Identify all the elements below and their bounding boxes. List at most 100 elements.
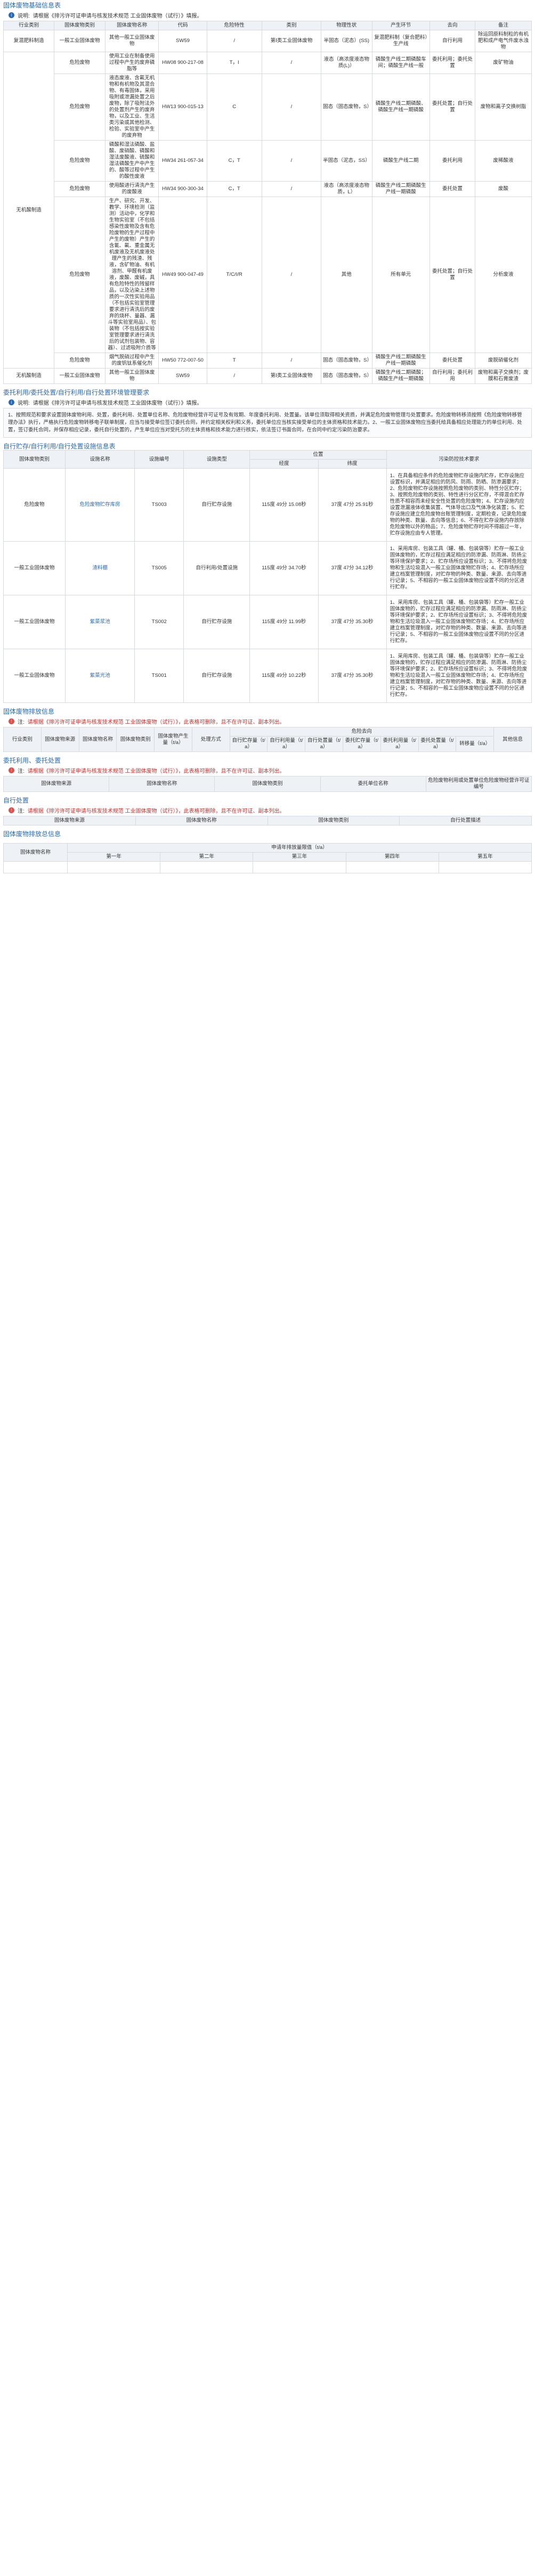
warning-icon: ! [9,718,14,724]
note-bar: ! 注: 请根据《排污许可证申请与核发技术规范 工业固体废物（试行）》，此表格可… [3,715,532,727]
col-header: 固体废物名称 [135,816,268,825]
cell-kind: 自行利用/处置设施 [183,541,250,595]
cell-code: HW34 900-300-34 [158,181,207,197]
cell-cat: / [261,52,322,74]
cell-name: 生产、研究、开发、教学、环境检测（监测）活动中，化学和生物实验室（不包括感染性废… [104,197,159,353]
col-header-year: 第三年 [253,852,346,862]
col-header: 污染防控技术要求 [386,450,532,469]
col-header: 固体废物类别 [54,21,106,30]
section-title-basic-info: 固体废物基础信息表 [3,2,61,9]
col-header: 固体废物名称 [3,843,68,862]
facility-link[interactable]: 渣料棚 [92,565,108,571]
table-row: 一般工业固体废物 渣料棚 TS005 自行利用/处置设施 115度 49分 34.70秒… [3,541,532,595]
cell-facility-name: 紫菜浆池 [65,595,135,649]
cell-kind: 自行贮存设施 [183,468,250,542]
section-title-total-discharge: 固体废物排放总信息 [3,830,61,838]
cell-stage: 磷酸生产线二期磷酸；磷酸生产线一期磷酸 [371,368,431,384]
cell-remark: 除运回原料制粒的有机肥和成产电气件废水浊物 [474,30,532,52]
facility-link[interactable]: 危险废物贮存库房 [80,502,120,508]
col-header: 设施编号 [134,450,184,469]
col-header: 危险废物利用或处置单位危险废物经营许可证编号 [425,776,532,792]
info-icon: i [9,399,14,405]
cell-hazard: / [206,30,262,52]
col-header: 代码 [158,21,207,30]
col-header: 处理方式 [191,727,230,752]
cell-hazard: T/C/I/R [206,197,262,353]
cell-name: 液态废液、含氟无机物和有机物及其混合物、有毒固体，采用吸附或泄漏处置之后废物，除… [104,73,159,141]
note-text: 请根据《排污许可证申请与核发技术规范 工业固体废物（试行）》填报。 [33,400,202,406]
info-icon: i [9,12,14,18]
col-header-year: 第五年 [438,852,532,862]
table-row: 危险废物 液态废液、含氟无机物和有机物及其混合物、有毒固体，采用吸附或泄漏处置之后… [4,73,532,141]
col-header: 纬度 [318,459,387,469]
cell-kind: 自行贮存设施 [183,595,250,649]
table-row: 一般工业固体废物 紫菜浆池 TS002 自行贮存设施 115度 49分 11.99秒 37… [3,595,532,649]
cell-no: TS002 [134,595,184,649]
cell-stage: 磷酸生产线二期 [371,140,431,182]
cell-dest: 委托处置；自行处置 [429,197,475,353]
table-row [3,861,532,873]
col-header: 物理性状 [321,21,372,30]
cell-facility-name: 危险废物贮存库房 [65,468,135,542]
total-discharge-table: 固体废物名称 申请年排放量限值（t/a） 第一年 第二年 第三年 第四年 第五年 [3,843,532,873]
cell-lat: 37度 47分 35.30秒 [318,649,387,703]
cell-no: TS005 [134,541,184,595]
col-header-year: 第四年 [345,852,439,862]
cell-hazard: C [206,73,262,141]
cell-lng: 115度 49分 15.08秒 [249,468,319,542]
cell-stage: 所有单元 [371,197,431,353]
cell-type: 一般工业固体废物 [54,30,106,52]
cell-remark: 废稀酸液 [474,140,532,182]
cell-req: 1、采用库房、包装工具（罐、桶、包装袋等）贮存一般工业固体废物的，贮存过程应满足… [386,649,532,703]
note-label: 注: [18,768,25,774]
cell-req: 1、采用库房、包装工具（罐、桶、包装袋等）贮存一般工业固体废物的，贮存过程应满足… [386,595,532,649]
warning-icon: ! [9,767,14,773]
cell-phys: 固态（固态废物，S） [321,368,372,384]
col-header-year: 第二年 [160,852,254,862]
note-label: 说明: [18,13,30,19]
table-row: 复混肥料制造 一般工业固体废物 其他一般工业固体废物 SW59/第Ⅰ类工业固体废物 半固… [3,30,532,52]
section-title-entrusted: 委托利用、委托处置 [3,757,61,764]
cell-cat: / [261,353,322,369]
col-header: 自行处置描述 [399,816,532,825]
cell-type: 一般工业固体废物 [3,595,66,649]
section-title-self-disposal: 自行处置 [3,797,29,804]
cell-remark: 废脱硝催化剂 [474,353,532,369]
col-header: 固体废物名称 [104,21,159,30]
cell-phys: 固态（固态废物，S） [321,353,372,369]
cell-code: HW34 261-057-34 [158,140,207,182]
cell-remark: 废物和离子交换树脂 [474,73,532,141]
cell-code: SW59 [158,30,207,52]
cell-remark: 废物和离子交换剂；废膜和石膏废渣 [474,368,532,384]
cell-stage: 磷酸生产线二期磷酸生产线一期磷酸 [371,181,431,197]
cell-dest: 自行利用 [429,30,475,52]
cell-phys: 半固态（泥态，SS） [321,140,372,182]
col-header: 固体废物类别 [116,727,155,752]
note-text: 请根据《排污许可证申请与核发技术规范 工业固体废物（试行）》，此表格可删除，且不… [27,808,285,814]
col-header: 委托处置量（t/a） [418,736,457,752]
note-text: 请根据《排污许可证申请与核发技术规范 工业固体废物（试行）》，此表格可删除，且不… [27,719,285,725]
facility-link[interactable]: 紫菜浆池 [90,619,110,625]
cell-phys: 液态（高浓度液态物质，L） [321,181,372,197]
table-row: 一般工业固体废物 紫菜光池 TS001 自行贮存设施 115度 49分 10.22秒 37… [3,649,532,703]
cell-phys: 固态（固态废物，S） [321,73,372,141]
cell-name: 使用工业在制备使用过程中产生的废弃磷脂等 [104,52,159,74]
table-row: 危险废物 生产、研究、开发、教学、环境检测（监测）活动中，化学和生物实验室（不包括… [4,197,532,353]
note-label: 注: [18,719,25,725]
cell-cat: 第Ⅰ类工业固体废物 [261,30,322,52]
cell-type: 危险废物 [54,197,106,353]
cell-remark: 分析废液 [474,197,532,353]
col-header: 产生环节 [371,21,431,30]
cell-cat: / [261,73,322,141]
facility-link[interactable]: 紫菜光池 [90,673,110,678]
cell-type: 一般工业固体废物 [3,649,66,703]
cell-name: 其他一般工业固体废物 [104,368,159,384]
cell-stage: 磷酸生产线二期磷酸、磷酸生产线一期磷酸 [371,73,431,141]
note-bar: i 说明: 请根据《排污许可证申请与核发技术规范 工业固体废物（试行）》填报。 [3,9,532,21]
cell-dest: 委托处置 [429,181,475,197]
section-title-management-req: 委托利用/委托处置/自行利用/自行处置环境管理要求 [3,389,150,396]
cell-name: 其他一般工业固体废物 [104,30,159,52]
table-row: 危险废物 危险废物贮存库房 TS003 自行贮存设施 115度 49分 15.08秒 37… [3,468,532,542]
facility-table: 固体废物类别 设施名称 设施编号 设施类型 位置 污染防控技术要求 经度 纬度 … [3,450,532,703]
cell-dest: 委托处置；自行处置 [429,73,475,141]
